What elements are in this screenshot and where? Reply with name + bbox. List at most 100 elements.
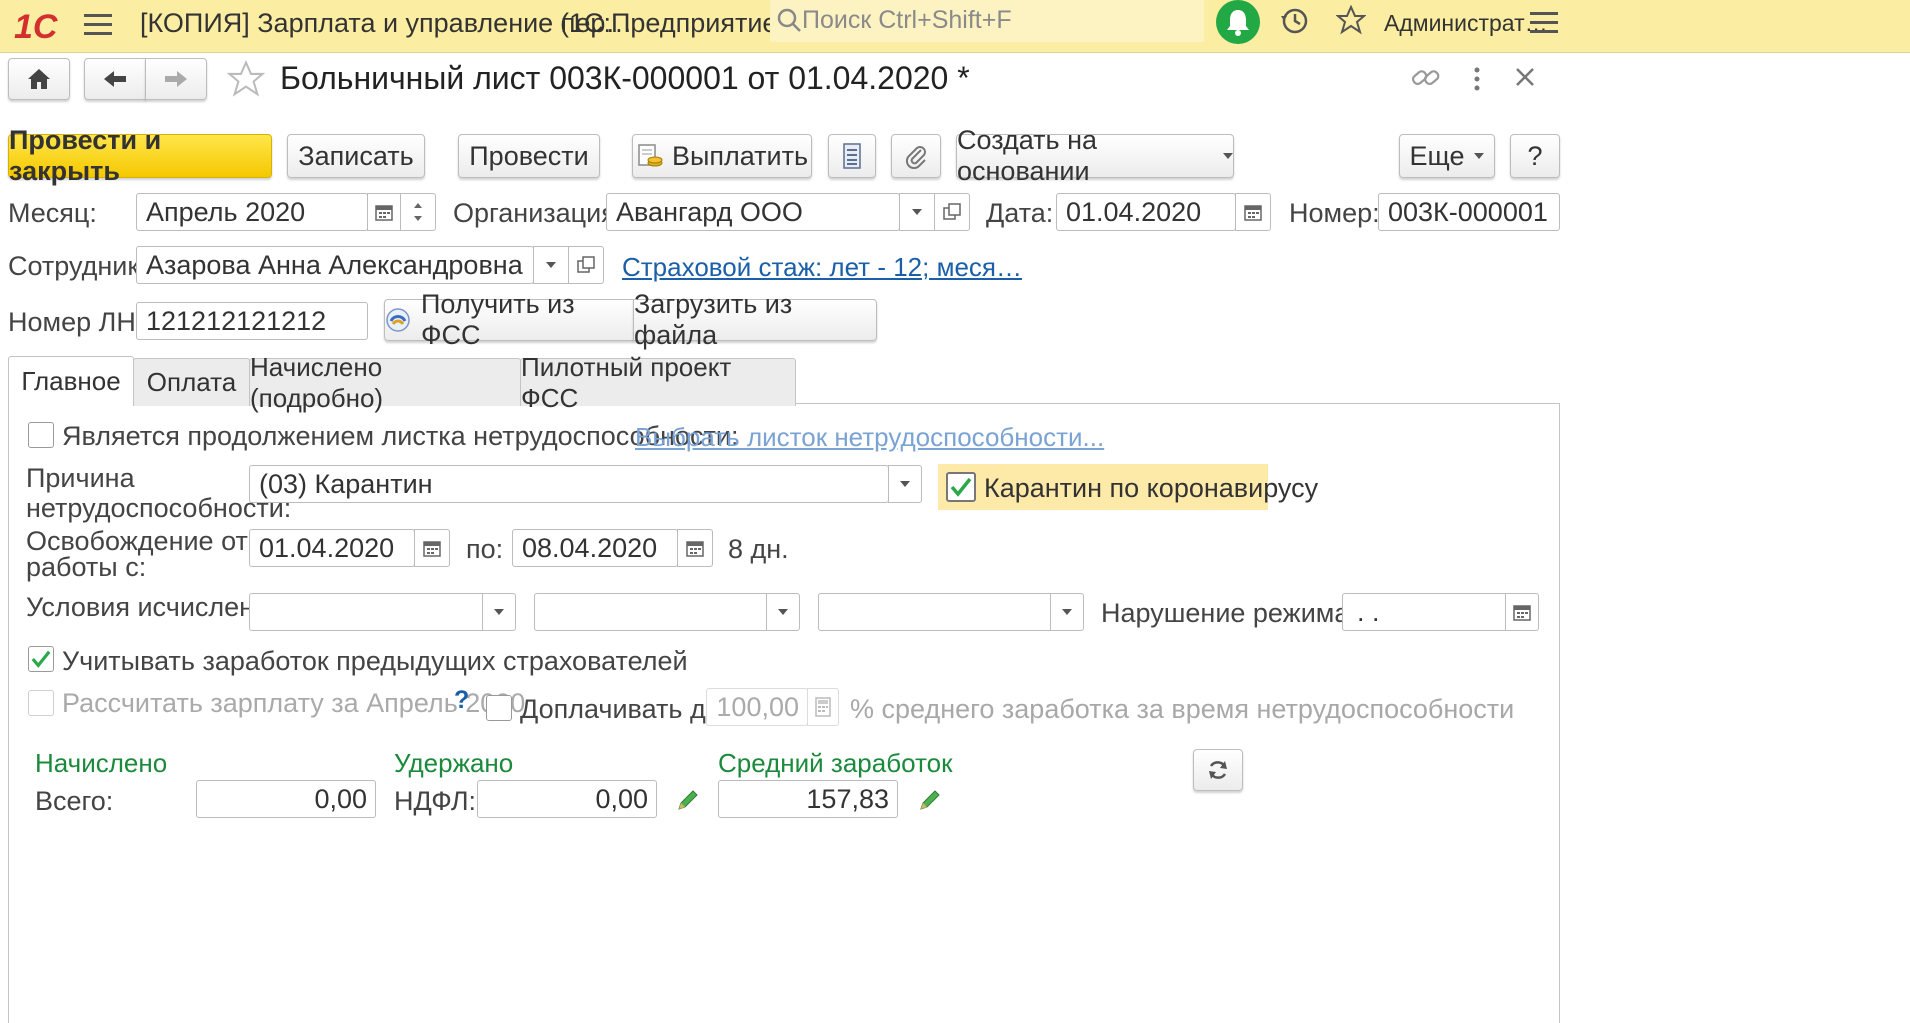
condition-1-field[interactable] xyxy=(249,593,485,631)
bell-icon[interactable] xyxy=(1216,0,1260,44)
date-label: Дата: xyxy=(986,198,1054,228)
search-input[interactable]: Поиск Ctrl+Shift+F xyxy=(770,0,1204,42)
history-icon[interactable] xyxy=(1280,6,1310,36)
release-to-field[interactable]: 08.04.2020 xyxy=(512,529,678,567)
fss-icon xyxy=(385,307,411,333)
menu-icon[interactable] xyxy=(1530,10,1558,36)
dropdown-icon xyxy=(494,609,504,615)
link-icon[interactable] xyxy=(1410,64,1442,92)
edit-icon[interactable] xyxy=(918,788,942,812)
more-button[interactable]: Еще xyxy=(1399,134,1495,178)
employee-open[interactable] xyxy=(568,246,604,284)
violation-field[interactable]: . . xyxy=(1342,593,1508,631)
pay-label: Выплатить xyxy=(671,140,809,171)
release-label: Освобождение от работы с: xyxy=(26,526,248,582)
reason-dropdown[interactable] xyxy=(888,465,922,503)
ndfl-field[interactable]: 0,00 xyxy=(477,780,657,818)
refresh-icon xyxy=(1206,758,1230,782)
pay-icon xyxy=(636,142,664,170)
org-dropdown[interactable] xyxy=(899,193,935,231)
condition-3-dropdown[interactable] xyxy=(1050,593,1084,631)
tab-fss-pilot[interactable]: Пилотный проект ФСС xyxy=(520,352,796,413)
org-field[interactable]: Авангард ООО xyxy=(606,193,900,231)
attach-button[interactable] xyxy=(891,134,941,178)
calendar-button[interactable] xyxy=(1235,193,1271,231)
report-button[interactable] xyxy=(828,134,876,178)
dropdown-icon xyxy=(1474,153,1485,159)
dropdown-icon xyxy=(546,262,556,268)
reason-field[interactable]: (03) Карантин xyxy=(249,465,889,503)
release-from-field[interactable]: 01.04.2020 xyxy=(249,529,415,567)
pay-button[interactable]: Выплатить xyxy=(632,134,812,178)
ln-field[interactable]: 121212121212 xyxy=(136,302,368,340)
back-icon xyxy=(102,69,128,89)
star-icon[interactable] xyxy=(1336,5,1366,35)
post-button[interactable]: Провести xyxy=(458,134,600,178)
create-based-button[interactable]: Создать на основании xyxy=(956,125,1234,186)
forward-button[interactable] xyxy=(145,58,207,100)
more-label: Еще xyxy=(1409,140,1465,171)
favorite-icon[interactable] xyxy=(227,60,265,98)
topup-field[interactable]: 100,00 xyxy=(706,688,808,726)
help-button[interactable]: ? xyxy=(1510,134,1560,178)
help-q-icon[interactable]: ? xyxy=(454,686,469,715)
condition-3-field[interactable] xyxy=(818,593,1052,631)
calendar-button[interactable] xyxy=(1505,593,1539,631)
user-name[interactable]: Администрат… xyxy=(1384,10,1548,37)
tab-main[interactable]: Главное xyxy=(8,356,134,406)
calculator-icon xyxy=(815,697,831,717)
get-fss-button[interactable]: Получить из ФСС xyxy=(384,289,634,350)
open-icon xyxy=(943,203,961,221)
number-field[interactable]: 003К-000001 xyxy=(1378,193,1560,231)
tab-payment[interactable]: Оплата xyxy=(133,358,250,406)
covid-checkbox[interactable] xyxy=(946,472,976,502)
org-open[interactable] xyxy=(934,193,970,231)
calc-salary-checkbox[interactable] xyxy=(28,690,54,716)
to-label: по: xyxy=(466,534,504,564)
avg-earnings-field[interactable]: 157,83 xyxy=(718,780,898,818)
insurance-link[interactable]: Страховой стаж: лет - 12; меся… xyxy=(622,252,1022,283)
app-name: (1С:Предприятие) xyxy=(560,8,787,38)
load-file-button[interactable]: Загрузить из файла xyxy=(633,289,877,350)
app-topbar: 1С [КОПИЯ] Зарплата и управление пер… (1… xyxy=(0,0,1910,53)
number-label: Номер: xyxy=(1289,198,1380,228)
month-field[interactable]: Апрель 2020 xyxy=(136,193,368,231)
calendar-icon xyxy=(686,539,704,557)
calendar-button[interactable] xyxy=(367,193,401,231)
topup-checkbox[interactable] xyxy=(486,695,512,721)
save-button[interactable]: Записать xyxy=(287,134,425,178)
month-spin[interactable] xyxy=(400,193,436,231)
condition-1-dropdown[interactable] xyxy=(482,593,516,631)
condition-2-dropdown[interactable] xyxy=(766,593,800,631)
condition-2-field[interactable] xyxy=(534,593,768,631)
document-title: Больничный лист 003К-000001 от 01.04.202… xyxy=(280,60,970,96)
logo-icon[interactable]: 1С xyxy=(12,8,76,44)
more-icon[interactable] xyxy=(1472,66,1482,92)
date-field[interactable]: 01.04.2020 xyxy=(1056,193,1236,231)
home-button[interactable] xyxy=(8,58,70,100)
refresh-button[interactable] xyxy=(1193,749,1243,791)
continuation-checkbox[interactable] xyxy=(28,422,54,448)
prev-insurers-checkbox[interactable] xyxy=(28,646,54,672)
select-sheet-link[interactable]: Выбрать листок нетрудоспособности... xyxy=(635,422,1104,453)
close-icon[interactable] xyxy=(1514,66,1536,88)
total-field[interactable]: 0,00 xyxy=(196,780,376,818)
post-close-button[interactable]: Провести и закрыть xyxy=(8,125,272,186)
checkmark-icon xyxy=(949,476,973,498)
dropdown-icon xyxy=(778,609,788,615)
get-fss-label: Получить из ФСС xyxy=(421,289,575,350)
menu-icon[interactable] xyxy=(84,12,112,38)
calculator-button[interactable] xyxy=(807,688,839,726)
open-icon xyxy=(577,256,595,274)
back-button[interactable] xyxy=(84,58,146,100)
calendar-icon xyxy=(1244,203,1262,221)
calendar-button[interactable] xyxy=(414,529,450,567)
days-count: 8 дн. xyxy=(728,534,789,564)
employee-dropdown[interactable] xyxy=(533,246,569,284)
create-based-label: Создать на основании xyxy=(957,125,1098,186)
employee-field[interactable]: Азарова Анна Александровна xyxy=(136,246,534,284)
window-title: [КОПИЯ] Зарплата и управление пер… xyxy=(140,8,633,38)
tab-accrued-detail[interactable]: Начислено (подробно) xyxy=(249,352,521,413)
edit-icon[interactable] xyxy=(676,788,700,812)
calendar-button[interactable] xyxy=(677,529,713,567)
